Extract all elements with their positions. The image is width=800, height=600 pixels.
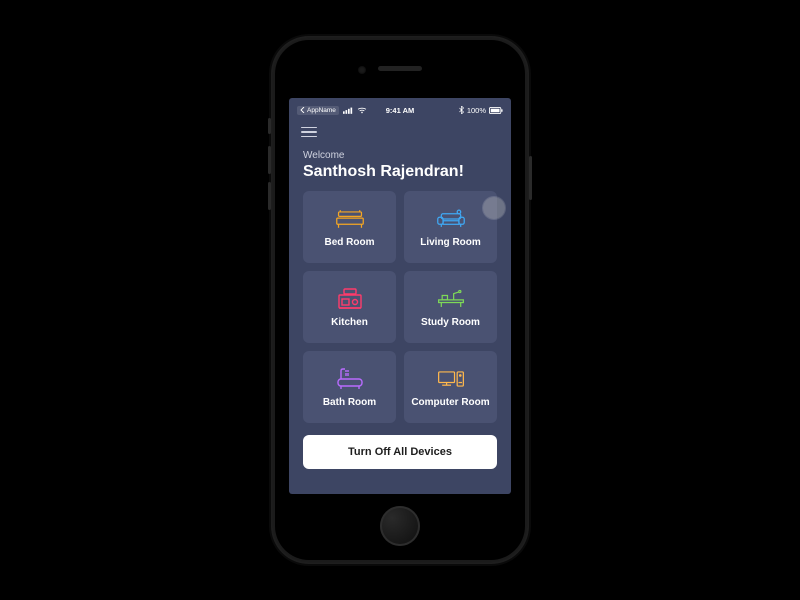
room-label: Kitchen: [331, 317, 368, 328]
back-app-label: AppName: [307, 107, 336, 114]
touch-indicator: [483, 197, 505, 219]
room-tile-kitchen[interactable]: Kitchen: [303, 271, 396, 343]
sofa-icon: [436, 207, 466, 231]
desk-icon: [436, 287, 466, 311]
menu-button[interactable]: [301, 127, 317, 138]
room-tile-computer-room[interactable]: Computer Room: [404, 351, 497, 423]
bed-icon: [335, 207, 365, 231]
user-name: Santhosh Rajendran!: [303, 163, 497, 181]
sensor-bar: [283, 48, 517, 88]
room-tile-bed-room[interactable]: Bed Room: [303, 191, 396, 263]
volume-down-button: [268, 182, 271, 210]
mute-switch: [268, 118, 271, 134]
turn-off-all-button[interactable]: Turn Off All Devices: [303, 435, 497, 469]
welcome-header: Welcome Santhosh Rajendran!: [289, 146, 511, 191]
turn-off-label: Turn Off All Devices: [348, 446, 452, 458]
battery-icon: [489, 107, 503, 114]
room-tile-living-room[interactable]: Living Room: [404, 191, 497, 263]
rooms-grid: Bed Room: [289, 191, 511, 423]
cell-signal-icon: [343, 107, 353, 114]
computer-icon: [436, 367, 466, 391]
kitchen-icon: [335, 287, 365, 311]
earpiece-speaker: [378, 66, 422, 71]
volume-up-button: [268, 146, 271, 174]
room-tile-study-room[interactable]: Study Room: [404, 271, 497, 343]
front-camera: [358, 66, 366, 74]
power-button: [529, 156, 532, 200]
bath-icon: [335, 367, 365, 391]
room-label: Study Room: [421, 317, 480, 328]
status-time: 9:41 AM: [386, 106, 414, 115]
app-screen: AppName 9:41 AM: [289, 98, 511, 494]
status-bar: AppName 9:41 AM: [289, 102, 511, 118]
bluetooth-icon: [459, 106, 464, 114]
room-label: Living Room: [420, 237, 481, 248]
room-label: Bed Room: [325, 237, 375, 248]
nav-bar: [289, 118, 511, 146]
welcome-label: Welcome: [303, 150, 497, 161]
home-button[interactable]: [380, 506, 420, 546]
phone-frame: AppName 9:41 AM: [271, 36, 529, 564]
battery-percent: 100%: [467, 106, 486, 115]
back-to-app-chip[interactable]: AppName: [297, 106, 339, 115]
room-label: Bath Room: [323, 397, 376, 408]
chevron-left-icon: [300, 107, 305, 113]
wifi-icon: [357, 107, 367, 114]
room-tile-bath-room[interactable]: Bath Room: [303, 351, 396, 423]
room-label: Computer Room: [411, 397, 489, 408]
